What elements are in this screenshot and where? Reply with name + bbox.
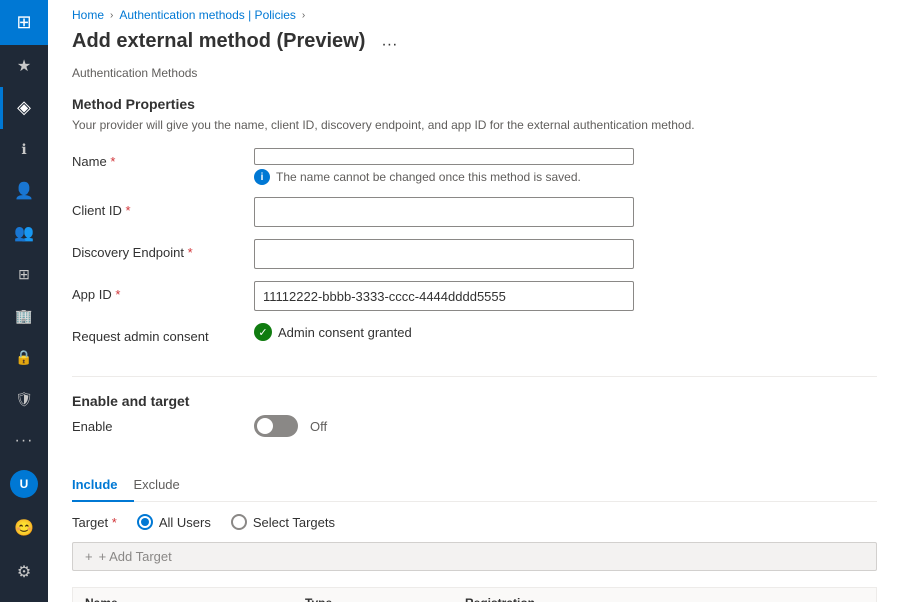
breadcrumb-sep2: › xyxy=(302,10,305,21)
name-info-text: The name cannot be changed once this met… xyxy=(276,170,581,184)
user-avatar: U xyxy=(10,470,38,498)
sidebar-item-groups[interactable]: 👥 xyxy=(0,212,48,254)
tab-exclude[interactable]: Exclude xyxy=(134,469,196,502)
section-divider xyxy=(72,376,877,377)
consent-label: Request admin consent xyxy=(72,323,242,344)
target-row: Target * All Users Select Targets xyxy=(48,514,901,530)
enable-toggle[interactable] xyxy=(254,415,298,437)
toggle-track xyxy=(254,415,298,437)
client-id-row: Client ID * xyxy=(72,197,877,227)
info-icon: i xyxy=(254,169,270,185)
add-target-button[interactable]: + + Add Target xyxy=(72,542,877,571)
name-row: Name * i The name cannot be changed once… xyxy=(72,148,877,185)
sidebar-item-favorites[interactable]: ★ xyxy=(0,45,48,87)
sidebar-item-settings[interactable]: ⚙ xyxy=(0,550,48,594)
add-target-icon: + xyxy=(85,549,93,564)
sidebar-item-users[interactable]: 👤 xyxy=(0,170,48,212)
tab-include[interactable]: Include xyxy=(72,469,134,502)
include-exclude-tabs: Include Exclude xyxy=(72,469,877,502)
enable-row: Enable Off xyxy=(72,415,877,437)
all-users-radio[interactable] xyxy=(137,514,153,530)
sidebar-item-shield[interactable]: 🛡 xyxy=(0,379,48,421)
sidebar: ⊞ ★ ◈ ℹ 👤 👥 ⊞ 🏢 🔒 🛡 ··· U 😊 ⚙ xyxy=(0,0,48,602)
enable-target-section: Enable and target Enable Off xyxy=(48,393,901,469)
breadcrumb: Home › Authentication methods | Policies… xyxy=(48,0,901,26)
client-id-label: Client ID * xyxy=(72,197,242,218)
toggle-thumb xyxy=(257,418,273,434)
breadcrumb-sep1: › xyxy=(110,10,113,21)
star-icon: ★ xyxy=(17,56,31,76)
select-targets-radio[interactable] xyxy=(231,514,247,530)
select-targets-label: Select Targets xyxy=(253,515,335,530)
app-id-row: App ID * xyxy=(72,281,877,311)
apps-icon: ⊞ xyxy=(18,266,30,283)
col-name: Name xyxy=(85,596,305,602)
app-id-input[interactable] xyxy=(254,281,634,311)
breadcrumb-home[interactable]: Home xyxy=(72,8,104,22)
method-properties-section: Method Properties Your provider will giv… xyxy=(48,96,901,372)
name-label: Name * xyxy=(72,148,242,169)
home-icon: ⊞ xyxy=(16,12,31,33)
more-dots-icon: ··· xyxy=(15,432,34,450)
info-circle-icon: ℹ xyxy=(21,141,26,158)
enable-status: Off xyxy=(310,419,327,434)
enable-target-title: Enable and target xyxy=(72,393,877,409)
discovery-row: Discovery Endpoint * xyxy=(72,239,877,269)
discovery-label: Discovery Endpoint * xyxy=(72,239,242,260)
add-target-label: + Add Target xyxy=(99,549,172,564)
page-header: Add external method (Preview) ··· xyxy=(48,26,901,66)
feedback-icon: 😊 xyxy=(14,518,34,538)
groups-icon: 👥 xyxy=(14,223,34,243)
target-required: * xyxy=(112,515,117,530)
table-header: Name Type Registration xyxy=(73,588,876,602)
sidebar-item-lock[interactable]: 🔒 xyxy=(0,337,48,379)
sidebar-item-feedback[interactable]: 😊 xyxy=(0,506,48,550)
check-icon: ✓ xyxy=(254,323,272,341)
sidebar-bottom: U 😊 ⚙ xyxy=(0,462,48,602)
discovery-input[interactable] xyxy=(254,239,634,269)
main-content: Home › Authentication methods | Policies… xyxy=(48,0,901,602)
app-id-label: App ID * xyxy=(72,281,242,302)
shield-icon: 🛡 xyxy=(15,391,33,408)
consent-row: Request admin consent ✓ Admin consent gr… xyxy=(72,323,877,344)
page-title: Add external method (Preview) xyxy=(72,30,365,53)
sidebar-item-org[interactable]: 🏢 xyxy=(0,295,48,337)
client-id-required: * xyxy=(125,203,130,218)
consent-status: ✓ Admin consent granted xyxy=(254,323,412,341)
name-input[interactable] xyxy=(254,148,634,165)
app-id-required: * xyxy=(115,287,120,302)
settings-icon: ⚙ xyxy=(17,562,31,582)
sidebar-logo[interactable]: ⊞ xyxy=(0,0,48,45)
method-properties-desc: Your provider will give you the name, cl… xyxy=(72,118,877,132)
user-icon: 👤 xyxy=(14,181,34,201)
sidebar-item-azure[interactable]: ◈ xyxy=(0,87,48,129)
sidebar-item-apps[interactable]: ⊞ xyxy=(0,254,48,296)
breadcrumb-auth[interactable]: Authentication methods | Policies xyxy=(119,8,296,22)
col-type: Type xyxy=(305,596,465,602)
col-actions xyxy=(824,596,864,602)
col-registration: Registration xyxy=(465,596,824,602)
targets-table: Name Type Registration All Users Group O… xyxy=(72,587,877,602)
sidebar-item-more[interactable]: ··· xyxy=(0,420,48,462)
name-required: * xyxy=(110,154,115,169)
azure-icon: ◈ xyxy=(17,97,31,118)
sidebar-item-info[interactable]: ℹ xyxy=(0,129,48,171)
discovery-required: * xyxy=(188,245,193,260)
page-subtitle: Authentication Methods xyxy=(48,66,901,96)
target-label: Target * xyxy=(72,515,117,530)
sidebar-item-avatar[interactable]: U xyxy=(0,462,48,506)
name-info-box: i The name cannot be changed once this m… xyxy=(254,169,634,185)
enable-label: Enable xyxy=(72,419,242,434)
select-targets-option[interactable]: Select Targets xyxy=(231,514,335,530)
method-properties-title: Method Properties xyxy=(72,96,877,112)
all-users-option[interactable]: All Users xyxy=(137,514,211,530)
more-options-button[interactable]: ··· xyxy=(377,32,401,58)
org-icon: 🏢 xyxy=(15,308,32,325)
client-id-input[interactable] xyxy=(254,197,634,227)
consent-text: Admin consent granted xyxy=(278,325,412,340)
lock-icon: 🔒 xyxy=(15,349,32,366)
all-users-label: All Users xyxy=(159,515,211,530)
